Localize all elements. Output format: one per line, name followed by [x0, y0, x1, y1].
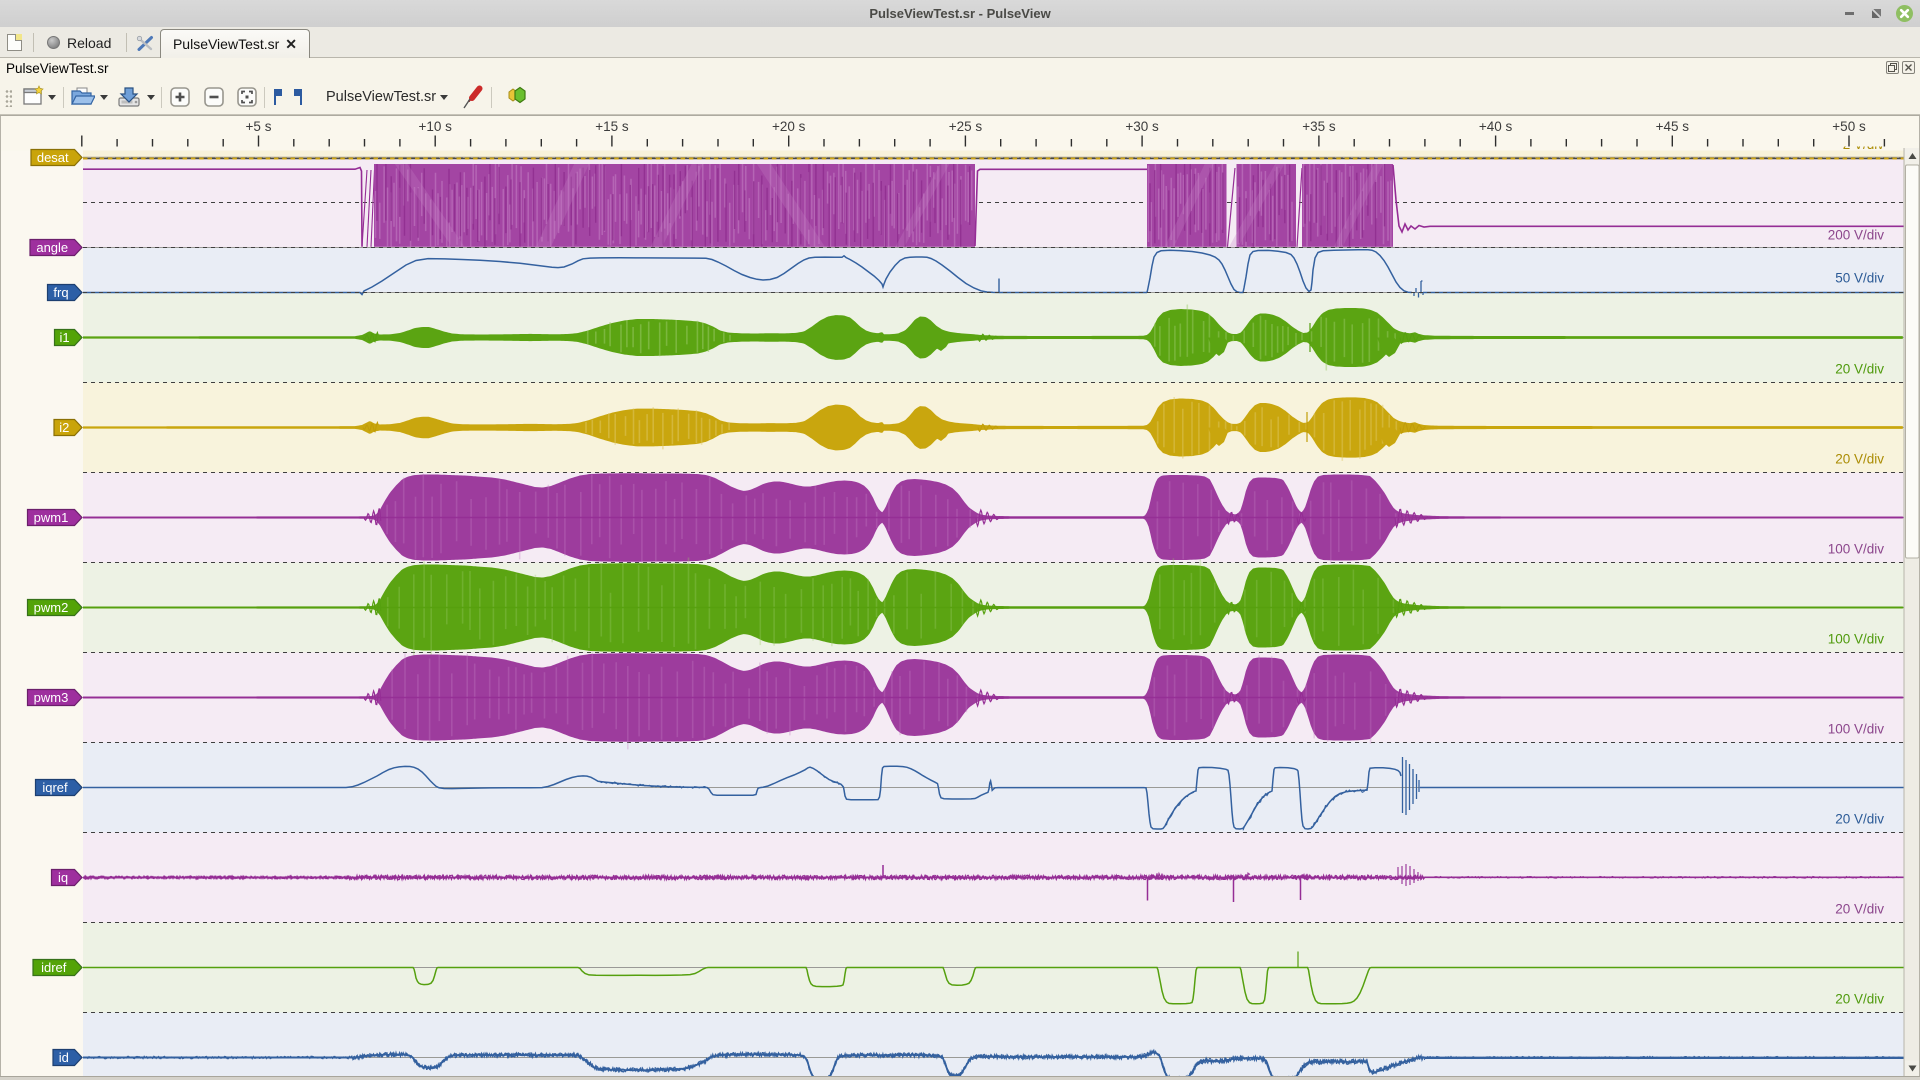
svg-text:i2: i2	[59, 420, 69, 435]
svg-text:+25 s: +25 s	[949, 119, 983, 134]
svg-text:frq: frq	[53, 285, 68, 300]
svg-text:50 V/div: 50 V/div	[1835, 271, 1884, 286]
svg-text:desat: desat	[37, 150, 69, 165]
svg-text:+10 s: +10 s	[418, 119, 452, 134]
svg-text:20 V/div: 20 V/div	[1835, 902, 1884, 917]
svg-text:iq: iq	[58, 870, 68, 885]
svg-text:100 V/div: 100 V/div	[1828, 632, 1885, 647]
svg-text:i1: i1	[59, 330, 69, 345]
svg-text:idref: idref	[41, 960, 67, 975]
svg-text:20 V/div: 20 V/div	[1835, 812, 1884, 827]
svg-text:pwm2: pwm2	[34, 600, 69, 615]
svg-text:+50 s: +50 s	[1832, 119, 1866, 134]
svg-text:+35 s: +35 s	[1302, 119, 1336, 134]
svg-text:20 V/div: 20 V/div	[1835, 362, 1884, 377]
svg-text:100 V/div: 100 V/div	[1828, 722, 1885, 737]
svg-text:+45 s: +45 s	[1656, 119, 1690, 134]
svg-text:angle: angle	[36, 240, 68, 255]
svg-text:20 V/div: 20 V/div	[1835, 992, 1884, 1007]
svg-text:pwm1: pwm1	[34, 510, 69, 525]
svg-text:20 V/div: 20 V/div	[1835, 452, 1884, 467]
svg-text:+40 s: +40 s	[1479, 119, 1513, 134]
svg-text:+15 s: +15 s	[595, 119, 629, 134]
svg-text:id: id	[59, 1050, 69, 1065]
svg-text:100 V/div: 100 V/div	[1828, 542, 1885, 557]
svg-text:+5 s: +5 s	[246, 119, 272, 134]
svg-text:200 V/div: 200 V/div	[1828, 228, 1885, 243]
svg-text:iqref: iqref	[42, 780, 68, 795]
svg-text:+20 s: +20 s	[772, 119, 806, 134]
svg-text:pwm3: pwm3	[34, 690, 69, 705]
svg-text:+30 s: +30 s	[1125, 119, 1159, 134]
